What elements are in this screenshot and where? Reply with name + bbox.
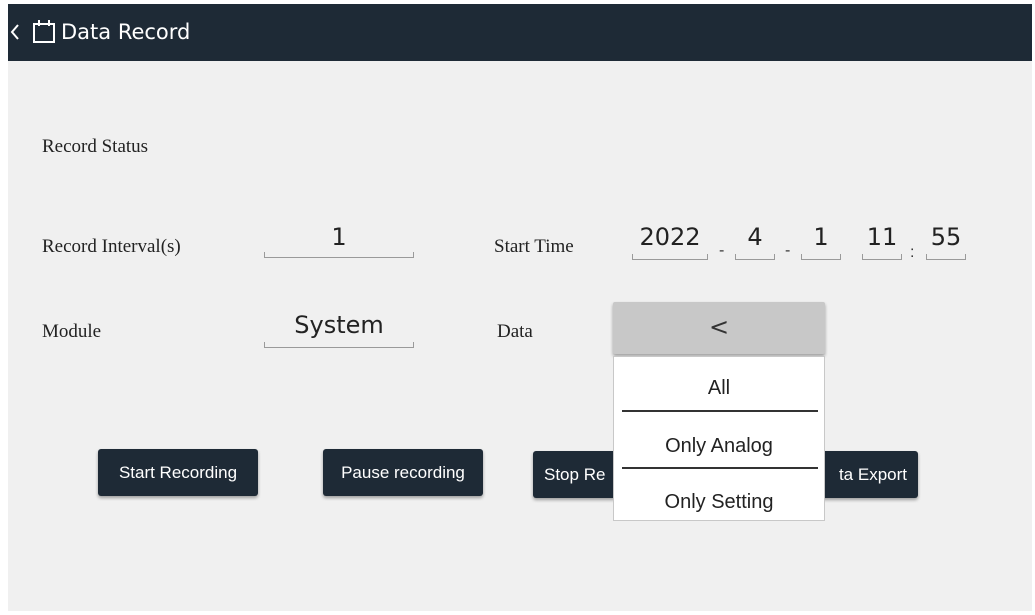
start-hour-field[interactable]: 11 [862, 222, 902, 260]
data-dropdown-toggle[interactable]: < [613, 302, 825, 354]
module-select[interactable]: System [264, 310, 414, 348]
record-status-label: Record Status [42, 136, 149, 157]
start-hour-value: 11 [866, 223, 898, 251]
dropdown-option-only-analog[interactable]: Only Analog [614, 426, 824, 466]
record-interval-value: 1 [331, 223, 347, 251]
app-window: Data Record Record Status Record Interva… [8, 4, 1032, 611]
record-interval-field[interactable]: 1 [264, 222, 414, 258]
start-minute-field[interactable]: 55 [926, 222, 966, 260]
start-year-value: 2022 [639, 223, 701, 251]
dropdown-divider [622, 467, 818, 469]
pause-recording-button[interactable]: Pause recording [323, 449, 483, 496]
start-minute-value: 55 [930, 223, 962, 251]
dropdown-divider [622, 410, 818, 412]
record-interval-label: Record Interval(s) [42, 236, 181, 257]
chevron-left-icon [10, 24, 19, 40]
module-value: System [294, 311, 384, 339]
date-separator: - [719, 242, 725, 259]
time-separator: : [910, 244, 915, 261]
data-label: Data [497, 321, 533, 342]
start-day-value: 1 [813, 223, 829, 251]
start-time-label: Start Time [494, 236, 574, 257]
calendar-icon [33, 20, 55, 43]
back-button[interactable] [8, 18, 22, 46]
title-bar: Data Record [8, 4, 1032, 61]
start-month-field[interactable]: 4 [735, 222, 775, 260]
dropdown-option-only-setting[interactable]: Only Setting [614, 482, 824, 522]
start-year-field[interactable]: 2022 [632, 222, 708, 260]
start-recording-button[interactable]: Start Recording [98, 449, 258, 496]
start-month-value: 4 [747, 223, 763, 251]
data-dropdown-menu: All Only Analog Only Setting [613, 356, 825, 521]
start-day-field[interactable]: 1 [801, 222, 841, 260]
module-label: Module [42, 321, 102, 342]
page-title: Data Record [61, 20, 191, 44]
date-separator: - [785, 242, 791, 259]
dropdown-option-all[interactable]: All [614, 368, 824, 408]
